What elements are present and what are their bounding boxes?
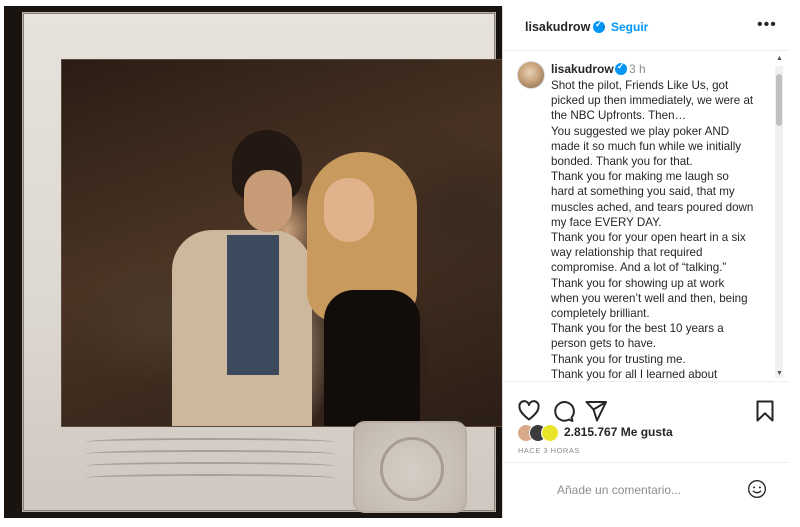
polaroid-image xyxy=(61,59,502,427)
post-photo[interactable] xyxy=(4,6,502,518)
postmark-line xyxy=(85,450,335,458)
polaroid-frame xyxy=(22,12,502,513)
caption-line: Thank you for trusting me. xyxy=(551,352,686,366)
bookmark-icon[interactable] xyxy=(753,399,777,423)
emoji-icon[interactable] xyxy=(747,479,767,499)
caption-line: way relationship that required xyxy=(551,246,703,260)
avatar[interactable] xyxy=(517,61,545,89)
avatar[interactable] xyxy=(541,424,559,442)
instagram-post-modal: lisakudrow · Seguir ••• lisakudrow 3 h S… xyxy=(0,0,800,527)
nbc-seal-logo xyxy=(353,421,467,513)
caption-line: made it so much fun while we initially xyxy=(551,139,742,153)
postmark-line xyxy=(85,438,335,446)
comment-bar xyxy=(503,462,789,515)
caption-line: person gets to have. xyxy=(551,337,657,351)
post-header: lisakudrow · Seguir ••• xyxy=(503,6,789,51)
header-username[interactable]: lisakudrow xyxy=(525,20,590,34)
caption-line: Thank you for all I learned about xyxy=(551,367,718,381)
caption-line: bonded. Thank you for that. xyxy=(551,155,693,169)
likes-count[interactable]: 2.815.767 Me gusta xyxy=(564,425,673,439)
caption-line: Shot the pilot, Friends Like Us, got xyxy=(551,79,729,92)
caption-area[interactable]: lisakudrow 3 h Shot the pilot, Friends L… xyxy=(503,51,789,381)
post-actions: 2.815.767 Me gusta HACE 3 HORAS xyxy=(503,381,789,516)
scroll-up-arrow-icon[interactable]: ▲ xyxy=(776,55,783,62)
caption-line: my face EVERY DAY. xyxy=(551,215,662,229)
caption-line: Thank you for the best 10 years a xyxy=(551,322,724,336)
scroll-down-arrow-icon[interactable]: ▼ xyxy=(776,370,783,377)
more-options-icon[interactable]: ••• xyxy=(757,16,777,34)
heart-icon[interactable] xyxy=(517,399,541,423)
caption-line: Thank you for making me laugh so xyxy=(551,170,729,184)
post-sidebar: lisakudrow · Seguir ••• lisakudrow 3 h S… xyxy=(502,6,789,518)
verified-icon xyxy=(615,61,627,75)
share-icon[interactable] xyxy=(584,399,608,423)
follow-button[interactable]: Seguir xyxy=(611,20,648,34)
caption-line: hard at something you said, that my xyxy=(551,185,735,199)
caption-username[interactable]: lisakudrow xyxy=(551,62,614,76)
caption-scrollbar[interactable] xyxy=(775,66,783,378)
posted-time[interactable]: HACE 3 HORAS xyxy=(518,446,580,455)
caption-line: completely brilliant. xyxy=(551,307,650,321)
caption-line: muscles ached, and tears poured down xyxy=(551,200,754,214)
caption-line: Thank you for showing up at work xyxy=(551,276,725,290)
caption-line: when you weren’t well and then, being xyxy=(551,291,748,305)
scrollbar-thumb[interactable] xyxy=(776,74,782,126)
comment-icon[interactable] xyxy=(551,399,575,423)
caption-timestamp[interactable]: 3 h xyxy=(629,62,646,76)
caption-line: Thank you for your open heart in a six xyxy=(551,231,746,245)
caption-line: the NBC Upfronts. Then… xyxy=(551,109,687,123)
postmark-line xyxy=(85,474,335,482)
postmark-line xyxy=(85,462,335,470)
caption-line: compromise. And a lot of “talking.” xyxy=(551,261,727,275)
separator-dot: · xyxy=(602,19,606,33)
caption-text: Shot the pilot, Friends Like Us, got pic… xyxy=(551,78,773,381)
comment-input[interactable] xyxy=(555,479,739,501)
caption-line: You suggested we play poker AND xyxy=(551,124,730,138)
caption-line: picked up then immediately, we were at xyxy=(551,94,754,108)
liker-avatars[interactable] xyxy=(517,424,563,442)
